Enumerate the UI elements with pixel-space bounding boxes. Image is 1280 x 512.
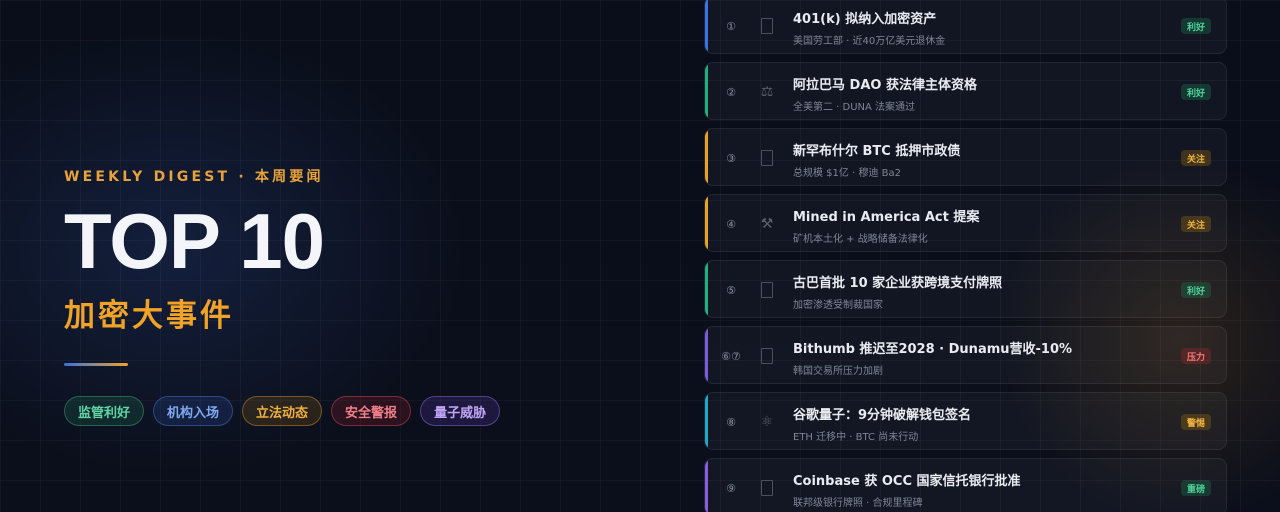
pickaxe-icon: ⚒ — [760, 216, 774, 232]
status-badge: 利好 — [1180, 282, 1211, 298]
event-card-3[interactable]: ③ 新罕布什尔 BTC 抵押市政债 总规模 $1亿 · 穆迪 Ba2 关注 — [704, 128, 1227, 186]
card-title: 古巴首批 10 家企业获跨境支付牌照 — [793, 276, 1003, 291]
card-text: 401(k) 拟纳入加密资产 美国劳工部 · 近40万亿美元退休金 — [793, 8, 1163, 47]
card-number: ④ — [726, 217, 736, 231]
status-badge: 关注 — [1180, 216, 1211, 232]
card-number: ③ — [726, 151, 736, 165]
card-title: 401(k) 拟纳入加密资产 — [793, 12, 937, 27]
event-card-9[interactable]: ⑨ Coinbase 获 OCC 国家信托银行批准 联邦级银行牌照 · 合规里程… — [704, 458, 1227, 512]
card-text: Bithumb 推迟至2028 · Dunamu营收-10% 韩国交易所压力加剧 — [793, 338, 1163, 377]
document-icon — [757, 346, 777, 366]
document-icon — [757, 478, 777, 498]
atom-icon: ⚛ — [760, 414, 774, 430]
card-subtitle: 韩国交易所压力加剧 — [793, 366, 883, 377]
page-subtitle: 加密大事件 — [64, 298, 234, 334]
card-accent-bar — [705, 63, 708, 119]
tag-institutional-entry[interactable]: 机构入场 — [153, 396, 234, 426]
card-subtitle: 总规模 $1亿 · 穆迪 Ba2 — [793, 168, 901, 179]
card-number: ⑤ — [726, 283, 736, 297]
card-title: Bithumb 推迟至2028 · Dunamu营收-10% — [793, 342, 1073, 357]
card-subtitle: ETH 迁移中 · BTC 尚未行动 — [793, 432, 919, 443]
status-badge: 重磅 — [1180, 480, 1211, 496]
card-text: Coinbase 获 OCC 国家信托银行批准 联邦级银行牌照 · 合规里程碑 — [793, 470, 1163, 509]
card-text: 古巴首批 10 家企业获跨境支付牌照 加密渗透受制裁国家 — [793, 272, 1163, 311]
kicker-text: WEEKLY DIGEST · 本周要闻 — [64, 169, 324, 185]
card-accent-bar — [705, 129, 708, 185]
event-card-1[interactable]: ① 401(k) 拟纳入加密资产 美国劳工部 · 近40万亿美元退休金 利好 — [704, 0, 1227, 54]
event-card-4[interactable]: ④ ⚒ Mined in America Act 提案 矿机本土化 + 战略储备… — [704, 194, 1227, 252]
tag-list: 监管利好 机构入场 立法动态 安全警报 量子威胁 — [64, 396, 624, 426]
card-title: Coinbase 获 OCC 国家信托银行批准 — [793, 474, 1021, 489]
card-text: Mined in America Act 提案 矿机本土化 + 战略储备法律化 — [793, 206, 1163, 245]
event-card-2[interactable]: ② ⚖ 阿拉巴马 DAO 获法律主体资格 全美第二 · DUNA 法案通过 利好 — [704, 62, 1227, 120]
tag-security-alert[interactable]: 安全警报 — [331, 396, 412, 426]
tag-legislation[interactable]: 立法动态 — [242, 396, 323, 426]
event-card-8[interactable]: ⑧ ⚛ 谷歌量子：9分钟破解钱包签名 ETH 迁移中 · BTC 尚未行动 警惕 — [704, 392, 1227, 450]
card-accent-bar — [705, 327, 708, 383]
scales-icon: ⚖ — [760, 84, 774, 100]
card-subtitle: 美国劳工部 · 近40万亿美元退休金 — [793, 36, 946, 47]
event-card-6-7[interactable]: ⑥⑦ Bithumb 推迟至2028 · Dunamu营收-10% 韩国交易所压… — [704, 326, 1227, 384]
status-badge: 关注 — [1180, 150, 1211, 166]
document-icon — [757, 280, 777, 300]
card-title: 谷歌量子：9分钟破解钱包签名 — [793, 408, 972, 423]
hero-panel: WEEKLY DIGEST · 本周要闻 TOP 10 加密大事件 监管利好 机… — [64, 166, 624, 426]
document-icon — [757, 16, 777, 36]
card-title: 阿拉巴马 DAO 获法律主体资格 — [793, 78, 977, 93]
card-number: ① — [726, 19, 736, 33]
card-title: 新罕布什尔 BTC 抵押市政债 — [793, 144, 961, 159]
card-number: ⑨ — [726, 481, 736, 495]
card-accent-bar — [705, 393, 708, 449]
card-number: ⑥⑦ — [721, 349, 741, 363]
card-subtitle: 矿机本土化 + 战略储备法律化 — [793, 234, 928, 245]
card-subtitle: 联邦级银行牌照 · 合规里程碑 — [793, 498, 923, 509]
card-title: Mined in America Act 提案 — [793, 210, 980, 225]
status-badge: 压力 — [1180, 348, 1211, 364]
card-subtitle: 全美第二 · DUNA 法案通过 — [793, 102, 916, 113]
status-badge: 利好 — [1180, 84, 1211, 100]
card-accent-bar — [705, 0, 708, 53]
event-card-5[interactable]: ⑤ 古巴首批 10 家企业获跨境支付牌照 加密渗透受制裁国家 利好 — [704, 260, 1227, 318]
card-accent-bar — [705, 195, 708, 251]
document-icon — [757, 148, 777, 168]
card-accent-bar — [705, 459, 708, 512]
card-number: ② — [726, 85, 736, 99]
card-text: 谷歌量子：9分钟破解钱包签名 ETH 迁移中 · BTC 尚未行动 — [793, 404, 1163, 443]
card-number: ⑧ — [726, 415, 736, 429]
card-accent-bar — [705, 261, 708, 317]
page-title: TOP 10 — [64, 197, 325, 285]
card-text: 阿拉巴马 DAO 获法律主体资格 全美第二 · DUNA 法案通过 — [793, 74, 1163, 113]
tag-regulatory-positive[interactable]: 监管利好 — [64, 396, 145, 426]
status-badge: 警惕 — [1180, 414, 1211, 430]
card-subtitle: 加密渗透受制裁国家 — [793, 300, 883, 311]
event-list: ① 401(k) 拟纳入加密资产 美国劳工部 · 近40万亿美元退休金 利好 ②… — [704, 0, 1227, 512]
status-badge: 利好 — [1180, 18, 1211, 34]
tag-quantum-threat[interactable]: 量子威胁 — [420, 396, 501, 426]
title-divider — [64, 363, 128, 366]
card-text: 新罕布什尔 BTC 抵押市政债 总规模 $1亿 · 穆迪 Ba2 — [793, 140, 1163, 179]
